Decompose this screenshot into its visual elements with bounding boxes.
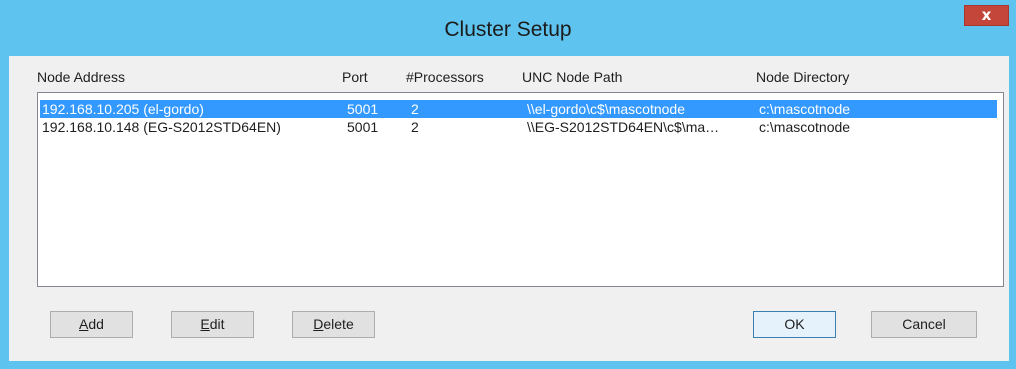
add-mnemonic: A [79,316,89,332]
edit-label-rest: dit [209,316,225,332]
ok-button[interactable]: OK [753,311,836,338]
delete-mnemonic: D [313,316,324,332]
node-unc-path: \\EG-S2012STD64EN\c$\ma… [527,119,720,135]
node-processors: 2 [411,119,419,135]
column-headers: Node Address Port #Processors UNC Node P… [9,56,1009,92]
cancel-button[interactable]: Cancel [871,311,977,338]
ok-label: OK [784,316,805,332]
header-processors: #Processors [406,69,484,85]
node-directory: c:\mascotnode [759,119,851,135]
title-bar[interactable]: Cluster Setup x [0,0,1016,56]
add-label-rest: dd [88,316,104,332]
dialog-client-area: Node Address Port #Processors UNC Node P… [9,56,1009,361]
cluster-setup-window: Cluster Setup x Node Address Port #Proce… [0,0,1016,369]
node-address: 192.168.10.148 (EG-S2012STD64EN) [42,119,281,135]
delete-button[interactable]: Delete [292,311,375,338]
window-title: Cluster Setup [444,18,572,41]
cancel-label: Cancel [902,316,946,332]
header-node-directory: Node Directory [756,69,850,85]
node-directory: c:\mascotnode [759,101,851,117]
header-unc-node-path: UNC Node Path [522,69,623,85]
close-icon: x [981,6,992,24]
edit-button[interactable]: Edit [171,311,254,338]
node-address: 192.168.10.205 (el-gordo) [42,101,204,117]
node-row[interactable]: 192.168.10.148 (EG-S2012STD64EN) 5001 2 … [40,118,997,136]
add-button[interactable]: Add [50,311,133,338]
node-unc-path: \\el-gordo\c$\mascotnode [527,101,685,117]
node-port: 5001 [347,101,379,117]
delete-label-rest: elete [323,316,354,332]
node-list[interactable]: 192.168.10.205 (el-gordo) 5001 2 \\el-go… [37,92,1004,287]
node-row[interactable]: 192.168.10.205 (el-gordo) 5001 2 \\el-go… [40,100,997,118]
close-button[interactable]: x [964,5,1009,26]
header-node-address: Node Address [37,69,125,85]
node-port: 5001 [347,119,379,135]
node-processors: 2 [411,101,419,117]
edit-mnemonic: E [200,316,210,332]
header-port: Port [342,69,368,85]
